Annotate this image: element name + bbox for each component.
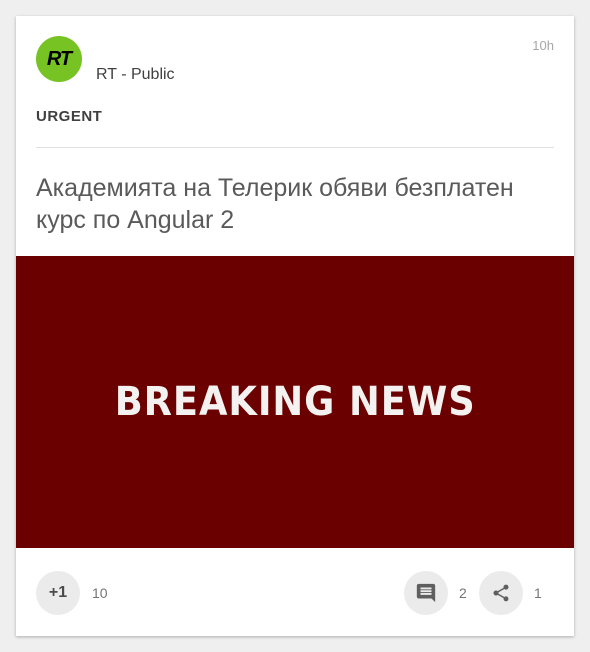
- post-card: RT RT - Public 10h URGENT Академията на …: [16, 16, 574, 636]
- share-button[interactable]: [479, 571, 523, 615]
- post-headline: Академията на Телерик обяви безплатен ку…: [36, 174, 514, 234]
- avatar[interactable]: RT: [36, 36, 82, 82]
- post-image[interactable]: BREAKING NEWS: [16, 256, 574, 548]
- plus-one-label: +1: [48, 584, 68, 601]
- post-tag: URGENT: [36, 108, 103, 125]
- share-count: 1: [534, 585, 542, 601]
- post-image-text: BREAKING NEWS: [114, 379, 476, 425]
- comment-icon: [416, 583, 436, 603]
- author-name[interactable]: RT - Public: [96, 66, 175, 84]
- post-timestamp[interactable]: 10h: [532, 38, 554, 53]
- plus-one-count: 10: [92, 585, 108, 601]
- share-icon: [493, 584, 509, 602]
- comment-button[interactable]: [404, 571, 448, 615]
- comment-count: 2: [459, 585, 467, 601]
- plus-one-button[interactable]: +1: [36, 571, 80, 615]
- divider: [36, 147, 554, 148]
- avatar-logo-text: RT: [46, 47, 72, 70]
